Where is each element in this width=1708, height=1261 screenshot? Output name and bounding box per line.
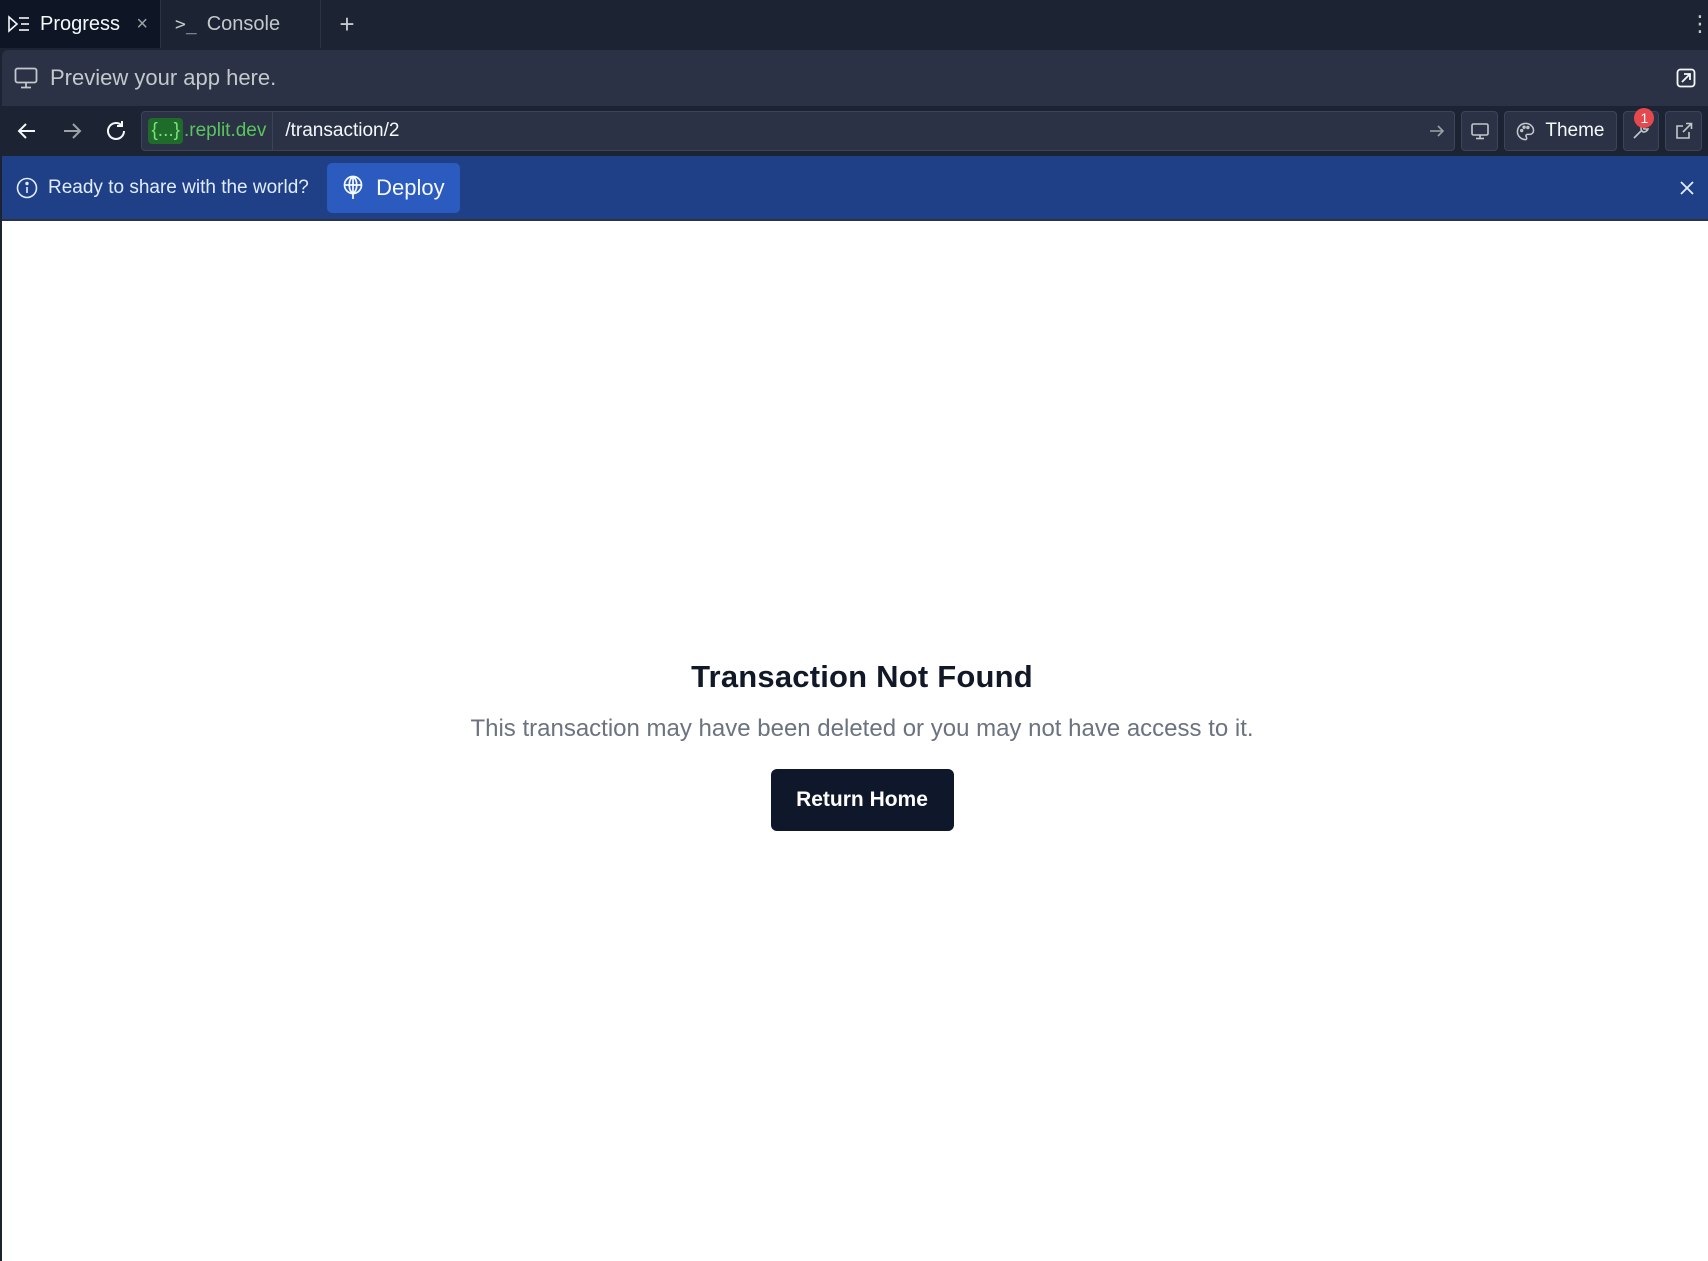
add-tab-button[interactable]: + [321,0,373,48]
more-menu-icon[interactable]: ⋮ [1689,0,1708,48]
tab-console[interactable]: >_ Console [161,0,321,48]
banner-text: Ready to share with the world? [48,176,309,198]
terminal-icon: >_ [175,13,197,35]
tab-label: Progress [40,12,121,35]
back-button[interactable] [8,111,46,151]
progress-icon [8,15,30,33]
forward-button[interactable] [52,111,90,151]
expand-icon[interactable] [1676,68,1696,88]
tab-progress[interactable]: Progress × [0,0,161,48]
close-icon[interactable] [1672,156,1702,219]
reload-button[interactable] [97,111,135,151]
notification-badge: 1 [1634,108,1655,128]
address-bar[interactable]: {...} .replit.dev /transaction/2 [141,111,1456,151]
deploy-button[interactable]: Deploy [326,162,460,213]
tab-label: Console [206,12,281,35]
devtools-button[interactable]: 1 [1622,108,1660,151]
url-path-input[interactable]: /transaction/2 [273,120,1420,142]
page-title: Transaction Not Found [691,659,1033,694]
preview-header-text: Preview your app here. [50,65,277,90]
theme-label: Theme [1545,120,1605,141]
deploy-banner: Ready to share with the world? Deploy [2,156,1708,219]
page-message: This transaction may have been deleted o… [470,715,1254,742]
return-home-button[interactable]: Return Home [770,769,954,831]
deploy-icon [342,175,364,201]
domain-selector[interactable]: {...} .replit.dev [142,112,274,150]
domain-chip: {...} [148,118,183,144]
url-bar: {...} .replit.dev /transaction/2 Theme 1 [2,106,1708,156]
monitor-icon [14,67,38,89]
not-found-panel: Transaction Not Found This transaction m… [2,659,1708,831]
go-arrow-icon[interactable] [1420,124,1454,138]
open-new-tab-button[interactable] [1665,111,1703,151]
tab-bar: Progress × >_ Console + ⋮ [0,0,1708,48]
preview-header: Preview your app here. [2,50,1708,106]
domain-suffix: .replit.dev [183,120,267,141]
device-preview-button[interactable] [1461,111,1499,151]
replit-workspace: Progress × >_ Console + ⋮ Preview your a… [0,0,1708,1261]
deploy-label: Deploy [376,174,445,200]
theme-button[interactable]: Theme [1504,111,1617,151]
close-tab-icon[interactable]: × [136,13,148,36]
palette-icon [1516,122,1535,141]
app-page: Transaction Not Found This transaction m… [2,221,1708,1261]
info-icon [16,177,38,199]
